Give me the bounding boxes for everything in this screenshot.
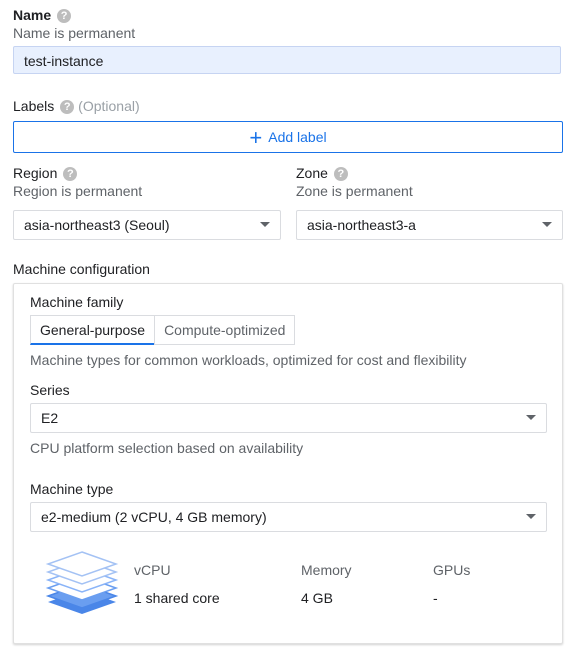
plus-icon: + — [249, 125, 263, 150]
region-hint: Region is permanent — [13, 183, 143, 199]
zone-hint: Zone is permanent — [296, 183, 413, 199]
zone-value: asia-northeast3-a — [307, 217, 416, 233]
series-hint: CPU platform selection based on availabi… — [30, 440, 304, 456]
machine-type-select[interactable]: e2-medium (2 vCPU, 4 GB memory) — [30, 502, 547, 532]
labels-label: Labels — [13, 98, 55, 114]
series-value: E2 — [41, 410, 59, 426]
series-label: Series — [30, 382, 70, 398]
gpus-header: GPUs — [433, 562, 471, 578]
name-label: Name — [13, 7, 52, 23]
dropdown-arrow-icon — [526, 514, 536, 519]
gpus-value: - — [433, 590, 438, 606]
tab-general-purpose[interactable]: General-purpose — [30, 315, 155, 345]
machine-family-label: Machine family — [30, 294, 124, 310]
memory-value: 4 GB — [301, 590, 333, 606]
stacked-layers-icon — [44, 548, 120, 618]
name-heading: Name? — [13, 7, 72, 24]
machine-configuration-heading: Machine configuration — [13, 261, 150, 277]
region-select[interactable]: asia-northeast3 (Seoul) — [13, 210, 281, 240]
dropdown-arrow-icon — [260, 222, 270, 227]
add-label-text: Add label — [268, 129, 327, 145]
help-icon[interactable]: ? — [57, 9, 72, 24]
add-label-button[interactable]: + Add label — [13, 121, 563, 153]
vcpu-header: vCPU — [134, 562, 171, 578]
vcpu-value: 1 shared core — [134, 590, 220, 606]
machine-type-label: Machine type — [30, 481, 114, 497]
name-hint: Name is permanent — [13, 25, 136, 41]
zone-select[interactable]: asia-northeast3-a — [296, 210, 563, 240]
dropdown-arrow-icon — [526, 415, 536, 420]
region-heading: Region? — [13, 165, 78, 182]
region-label: Region — [13, 165, 58, 181]
memory-header: Memory — [301, 562, 352, 578]
help-icon[interactable]: ? — [60, 100, 75, 115]
zone-heading: Zone? — [296, 165, 348, 182]
machine-family-description: Machine types for common workloads, opti… — [30, 352, 467, 368]
labels-heading: Labels? (Optional) — [13, 98, 140, 115]
zone-label: Zone — [296, 165, 328, 181]
name-input[interactable]: test-instance — [13, 46, 561, 74]
optional-text: (Optional) — [78, 98, 140, 114]
series-select[interactable]: E2 — [30, 403, 547, 433]
dropdown-arrow-icon — [542, 222, 552, 227]
help-icon[interactable]: ? — [63, 167, 78, 182]
region-value: asia-northeast3 (Seoul) — [24, 217, 170, 233]
help-icon[interactable]: ? — [333, 167, 348, 182]
tab-compute-optimized[interactable]: Compute-optimized — [154, 315, 296, 345]
machine-family-tabs: General-purpose Compute-optimized — [30, 315, 296, 345]
machine-type-value: e2-medium (2 vCPU, 4 GB memory) — [41, 509, 267, 525]
